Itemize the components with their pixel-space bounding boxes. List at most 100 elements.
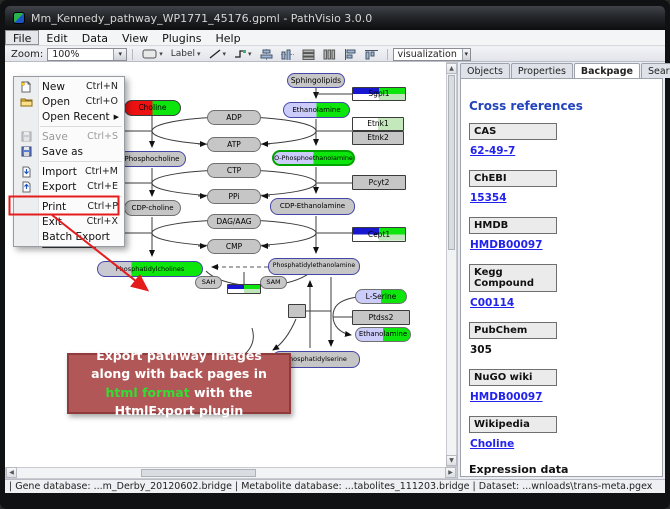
align-center-horizontal-button[interactable] [257,48,276,61]
stack-horizontal-button[interactable] [299,48,318,61]
tab-objects[interactable]: Objects [460,63,510,78]
tool-label: Label [171,49,195,59]
node-adp[interactable]: ADP [207,110,261,125]
menu-view[interactable]: View [115,30,155,45]
menu-data[interactable]: Data [75,30,115,45]
menu-item-label: Print [38,201,87,213]
chevron-down-icon[interactable]: ▾ [462,49,470,60]
scroll-right-icon[interactable]: ▶ [445,467,456,478]
align-center-x-icon [260,49,273,60]
node-o-phosphoethanolamine[interactable]: O-Phosphoethanolamine [272,150,355,166]
save-as-icon [14,146,38,157]
xref-link[interactable]: HMDB00097 [470,239,654,251]
tab-backpage[interactable]: Backpage [574,63,640,78]
menu-item-shortcut: Ctrl+P [87,201,124,212]
window-content: FileEditDataViewPluginsHelp Zoom: 100% ▾… [5,30,665,493]
xref-title: HMDB [469,217,557,234]
file-menu-popup: NewCtrl+NOpenCtrl+OOpen Recent▶ SaveCtrl+… [13,76,125,247]
node-phosphatidylethanolamine[interactable]: Phosphatidylethanolamine [268,258,360,275]
node-hidden-gene[interactable] [227,284,261,294]
line-tool-button[interactable]: ▾ [206,48,230,61]
canvas-horizontal-scrollbar[interactable]: ◀ ▶ [5,467,457,479]
side-panel-tabs: ObjectsPropertiesBackpageSearchLegend [460,63,663,78]
file-menu-item-exit[interactable]: ExitCtrl+X [14,214,124,229]
node-pcyt2[interactable]: Pcyt2 [352,175,406,190]
file-menu-item-export[interactable]: ExportCtrl+E [14,179,124,194]
align-center-vertical-button[interactable] [278,48,297,61]
xref-title: Wikipedia [469,416,557,433]
xref-link[interactable]: 62-49-7 [470,145,654,157]
xref-link[interactable]: Choline [470,438,654,450]
file-menu-item-save[interactable]: SaveCtrl+S [14,129,124,144]
menu-help[interactable]: Help [209,30,248,45]
open-folder-icon [14,96,38,107]
node-dag-aag[interactable]: DAG/AAG [207,214,261,229]
menu-bar: FileEditDataViewPluginsHelp [5,30,665,46]
node-etnk1[interactable]: Etnk1 [352,117,404,131]
node-phosphocholine[interactable]: Phosphocholine [118,151,186,167]
tab-search[interactable]: Search [641,63,670,78]
menu-edit[interactable]: Edit [39,30,74,45]
scroll-down-icon[interactable]: ▼ [446,455,457,466]
node-phosphatidylcholines[interactable]: Phosphatidylcholines [97,261,203,277]
file-menu-item-batch-export[interactable]: Batch Export [14,229,124,244]
node-cdp-choline[interactable]: CDP-choline [124,200,181,216]
label-tool-button[interactable]: Label▾ [168,48,204,61]
scroll-left-icon[interactable]: ◀ [6,467,17,478]
menu-separator [40,196,122,197]
xref-title: Kegg Compound [469,264,557,292]
node-choline[interactable]: Choline [124,100,181,116]
file-menu-item-new[interactable]: NewCtrl+N [14,79,124,94]
node-ptdss2[interactable]: Ptdss2 [352,310,410,325]
vertical-scroll-thumb[interactable] [448,75,455,250]
stack-vertical-icon [323,49,336,60]
visualization-combobox[interactable]: visualization ▾ [393,48,471,61]
node-etnk2[interactable]: Etnk2 [352,131,404,145]
chevron-down-icon[interactable]: ▾ [113,49,126,60]
tab-properties[interactable]: Properties [511,63,573,78]
xref-title: NuGO wiki [469,369,557,386]
file-menu-item-save-as[interactable]: Save as [14,144,124,159]
horizontal-scroll-thumb[interactable] [141,469,256,477]
xref-link[interactable]: 15354 [470,192,654,204]
zoom-value: 100% [52,49,108,60]
align-left-button[interactable] [341,48,360,61]
file-menu-item-print[interactable]: PrintCtrl+P [14,199,124,214]
new-file-icon [14,81,38,93]
zoom-combobox[interactable]: 100% ▾ [47,48,127,61]
node-ethanolamine[interactable]: Ethanolamine [283,102,350,118]
node-cmp[interactable]: CMP [207,239,261,254]
node-sphingolipids[interactable]: Sphingolipids [287,73,345,88]
xref-section: HMDB HMDB00097 [469,217,654,251]
file-menu-item-open[interactable]: OpenCtrl+O [14,94,124,109]
xref-link[interactable]: C00114 [470,297,654,309]
node-l-serine[interactable]: L-Serine [355,289,407,304]
xref-title: PubChem [469,322,557,339]
xref-section: Kegg Compound C00114 [469,264,654,309]
node-hidden-gray[interactable] [288,304,306,318]
connector-tool-button[interactable]: ▾ [231,48,255,61]
save-icon [14,131,38,142]
node-atp[interactable]: ATP [207,137,261,152]
file-menu-item-import[interactable]: ImportCtrl+M [14,164,124,179]
align-top-button[interactable] [362,48,381,61]
datanode-tool-button[interactable]: ▾ [139,48,166,61]
canvas-vertical-scrollbar[interactable]: ▲ ▼ [446,62,457,467]
node-ppi[interactable]: PPi [207,189,261,204]
connector-icon [234,49,246,59]
node-sam[interactable]: SAM [260,276,287,289]
stack-vertical-button[interactable] [320,48,339,61]
menu-plugins[interactable]: Plugins [155,30,208,45]
node-ctp[interactable]: CTP [207,163,261,178]
xref-link[interactable]: HMDB00097 [470,391,654,403]
node-cept1[interactable]: Cept1 [352,227,406,242]
node-sgpl1[interactable]: Sgpl1 [352,87,406,101]
xref-title: CAS [469,123,557,140]
node-ethanolamine-2[interactable]: Ethanolamine [355,327,411,342]
menu-file[interactable]: File [5,30,39,45]
scroll-up-icon[interactable]: ▲ [446,63,457,74]
node-sah[interactable]: SAH [195,276,222,289]
line-icon [209,49,221,59]
file-menu-item-open-recent[interactable]: Open Recent▶ [14,109,124,124]
node-cdp-ethanolamine[interactable]: CDP-Ethanolamine [270,198,355,215]
